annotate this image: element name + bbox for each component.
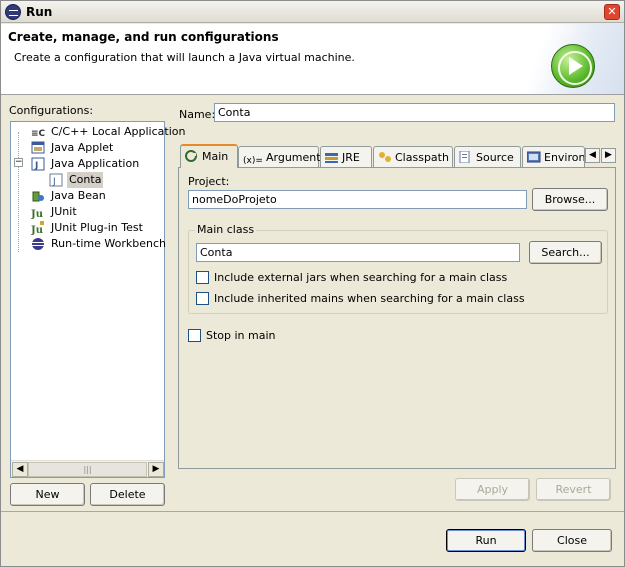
bean-icon — [31, 189, 45, 203]
svg-text:J: J — [34, 161, 38, 171]
jre-icon — [325, 149, 338, 163]
tab-label: Environment — [544, 151, 585, 164]
tree-item-label: Java Applet — [51, 141, 114, 154]
name-field[interactable]: Conta — [214, 103, 615, 122]
main-class-group-label: Main class — [195, 223, 257, 236]
tree-item-label: Conta — [67, 172, 104, 188]
tree-horizontal-scrollbar[interactable]: ◀ ||| ▶ — [11, 460, 164, 477]
svg-text:J: J — [52, 177, 56, 187]
svg-text:Ju: Ju — [31, 209, 43, 219]
arguments-icon: (x)= — [243, 156, 263, 166]
tab-label: JRE — [342, 151, 360, 164]
footer-divider — [1, 511, 624, 512]
tree-item-label: Java Application — [51, 157, 140, 170]
title-bar[interactable]: Run ✕ — [1, 1, 624, 23]
collapse-toggle-icon[interactable]: − — [14, 158, 23, 167]
include-inherited-mains-label: Include inherited mains when searching f… — [214, 292, 525, 305]
classpath-icon — [378, 149, 391, 162]
window-title: Run — [26, 5, 53, 19]
scroll-left-icon[interactable]: ◀ — [12, 462, 28, 477]
tab-label: Arguments — [266, 151, 327, 164]
tab-scroll-left-icon[interactable]: ◀ — [585, 148, 600, 163]
main-class-field[interactable]: Conta — [196, 243, 520, 262]
java-app-icon: J — [31, 157, 45, 171]
tab-source[interactable]: Source — [454, 146, 521, 168]
tab-label: Classpath — [395, 151, 449, 164]
scroll-thumb[interactable]: ||| — [28, 462, 147, 477]
svg-text:Ju: Ju — [31, 225, 43, 235]
tab-label: Main — [202, 150, 229, 163]
delete-button[interactable]: Delete — [90, 483, 165, 506]
tab-environment[interactable]: Environment — [522, 146, 585, 168]
tree-item-label: Java Bean — [51, 189, 106, 202]
tree-item-label: C/C++ Local Application — [51, 125, 186, 138]
environment-icon — [526, 149, 541, 163]
browse-button[interactable]: Browse... — [532, 188, 608, 211]
java-config-icon: J — [49, 173, 63, 187]
project-label: Project: — [188, 175, 230, 188]
close-window-button[interactable]: ✕ — [604, 4, 620, 20]
main-tab-icon — [185, 148, 197, 162]
configurations-label: Configurations: — [9, 104, 94, 117]
project-field[interactable]: nomeDoProjeto — [188, 190, 527, 209]
banner-title: Create, manage, and run configurations — [8, 30, 279, 44]
cpp-icon: ≡C — [31, 125, 46, 139]
svg-text:≡C: ≡C — [31, 129, 45, 139]
junit-plugin-icon: Ju — [30, 221, 45, 236]
scroll-right-icon[interactable]: ▶ — [148, 462, 164, 477]
tab-main[interactable]: Main — [180, 144, 238, 168]
close-button[interactable]: Close — [532, 529, 612, 552]
run-button[interactable]: Run — [446, 529, 526, 552]
workbench-icon — [31, 237, 45, 251]
junit-icon: Ju — [30, 205, 45, 220]
configurations-tree[interactable]: − ≡C C/C++ Local Application Java Applet… — [10, 121, 185, 478]
run-dialog: Run ✕ Create, manage, and run configurat… — [0, 0, 625, 567]
new-button[interactable]: New — [10, 483, 85, 506]
tab-folder: Main (x)= Arguments JRE Classpath Source … — [178, 144, 616, 469]
tree-guide-lines — [18, 132, 19, 252]
revert-button[interactable]: Revert — [536, 478, 611, 501]
include-external-jars-checkbox[interactable] — [196, 271, 209, 284]
search-button[interactable]: Search... — [529, 241, 602, 264]
tree-item-label: JUnit Plug-in Test — [51, 221, 143, 234]
tab-arguments[interactable]: (x)= Arguments — [238, 146, 326, 168]
tab-jre[interactable]: JRE — [320, 146, 372, 168]
eclipse-icon — [5, 4, 21, 20]
name-label: Name: — [179, 108, 216, 121]
applet-icon — [31, 141, 45, 155]
tab-classpath[interactable]: Classpath — [373, 146, 453, 168]
apply-button[interactable]: Apply — [455, 478, 530, 501]
source-icon — [459, 149, 471, 164]
banner-description: Create a configuration that will launch … — [14, 51, 355, 64]
tree-item-label: Run-time Workbench — [51, 237, 167, 250]
run-badge-icon — [551, 44, 595, 88]
stop-in-main-label: Stop in main — [206, 329, 276, 342]
stop-in-main-checkbox[interactable] — [188, 329, 201, 342]
tab-label: Source — [476, 151, 514, 164]
tree-item-label: JUnit — [51, 205, 77, 218]
main-tab-content: Project: nomeDoProjeto Browse... Main cl… — [178, 167, 616, 469]
tab-scroll-right-icon[interactable]: ▶ — [601, 148, 616, 163]
dialog-banner: Create, manage, and run configurations C… — [1, 24, 624, 95]
include-external-jars-label: Include external jars when searching for… — [214, 271, 508, 284]
include-inherited-mains-checkbox[interactable] — [196, 292, 209, 305]
main-class-group: Main class Conta Search... Include exter… — [188, 223, 608, 314]
